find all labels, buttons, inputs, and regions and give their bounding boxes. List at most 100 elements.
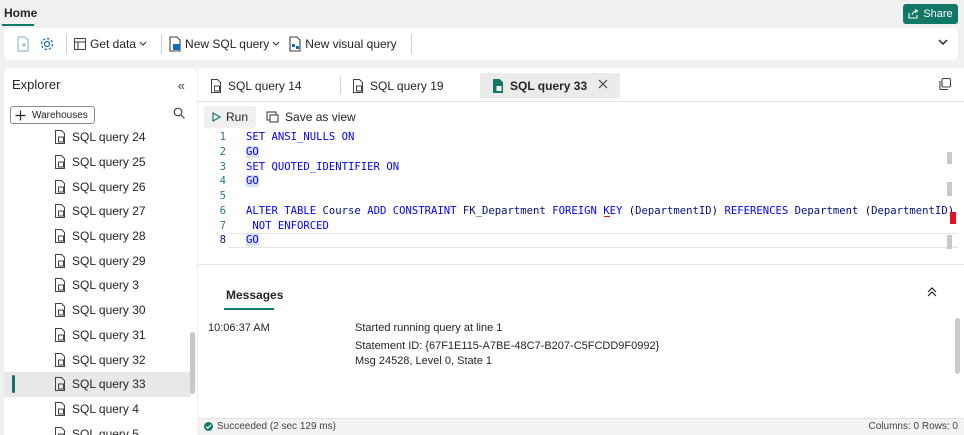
error-squiggle: [604, 214, 610, 217]
explorer-scrollbar[interactable]: [190, 332, 195, 394]
tab-label: SQL query 19: [370, 78, 444, 93]
code-identifier: FK_Department: [462, 204, 546, 217]
success-check-icon: [204, 422, 213, 431]
current-line-highlight: [228, 233, 958, 248]
code-identifier: Department: [794, 204, 859, 217]
tab-home[interactable]: Home: [4, 6, 37, 20]
new-sql-query-label: New SQL query: [185, 37, 270, 51]
close-tab-icon[interactable]: [598, 79, 608, 89]
error-overview-marker: [950, 212, 956, 224]
settings-gear-icon[interactable]: [36, 33, 58, 55]
tab-sql-query-33[interactable]: SQL query 33: [480, 73, 620, 98]
tab-label: SQL query 14: [228, 78, 302, 93]
sql-query-icon: [54, 426, 66, 435]
tab-sql-query-14[interactable]: SQL query 14: [198, 73, 338, 98]
tree-item-sql-query-30[interactable]: SQL query 30: [4, 298, 191, 323]
new-file-icon[interactable]: [12, 33, 34, 55]
message-text: Started running query at line 1: [355, 322, 503, 334]
collapse-results-icon[interactable]: [926, 286, 938, 298]
tree-item-sql-query-4[interactable]: SQL query 4: [4, 397, 191, 422]
ribbon-expand-chevron-icon[interactable]: [938, 38, 948, 46]
tree-item-sql-query-33[interactable]: SQL query 33: [4, 371, 191, 397]
sql-code-editor[interactable]: 1 SET ANSI_NULLS ON 2 GO 3 SET QUOTED_IDENT…: [198, 130, 958, 255]
code-text: GO: [246, 234, 259, 247]
tree-item-sql-query-24[interactable]: SQL query 24: [4, 125, 191, 150]
tab-sql-query-19[interactable]: SQL query 19: [340, 73, 478, 98]
sql-file-icon: [169, 36, 181, 52]
messages-scrollbar[interactable]: [955, 318, 960, 374]
visual-query-icon: [289, 36, 301, 52]
code-identifier: DepartmentID: [635, 204, 712, 217]
explorer-tree: SQL query 24 SQL query 25 SQL query 26 S…: [4, 125, 191, 435]
code-identifier: Course: [322, 204, 361, 217]
collapse-explorer-icon[interactable]: «: [178, 78, 185, 93]
tree-item-label: SQL query 3: [72, 278, 139, 293]
line-number: 7: [219, 219, 226, 232]
sql-query-icon: [54, 401, 66, 416]
code-identifier: DepartmentID: [871, 204, 948, 217]
tree-item-label: SQL query 25: [72, 155, 146, 170]
line-number: 4: [219, 175, 226, 188]
tree-item-label: SQL query 28: [72, 229, 146, 244]
code-punctuation: (: [858, 204, 872, 217]
code-keyword: ALTER TABLE: [246, 204, 323, 217]
tree-item-label: SQL query 26: [72, 179, 146, 194]
save-view-icon: [266, 111, 279, 123]
line-number: 5: [219, 190, 226, 203]
run-button[interactable]: Run: [204, 106, 257, 128]
tree-item-sql-query-31[interactable]: SQL query 31: [4, 323, 191, 348]
tree-item-label: SQL query 27: [72, 204, 146, 219]
tree-item-sql-query-28[interactable]: SQL query 28: [4, 224, 191, 249]
query-toolbar: Run Save as view: [204, 106, 356, 128]
query-tab-bar: SQL query 14 SQL query 19 SQL query 33: [198, 68, 964, 102]
status-text: Succeeded (2 sec 129 ms): [217, 421, 336, 432]
warehouses-button[interactable]: Warehouses: [10, 106, 95, 124]
tree-item-label: SQL query 24: [72, 130, 146, 145]
new-sql-query-button[interactable]: New SQL query: [168, 36, 280, 52]
share-label: Share: [923, 8, 953, 20]
code-keyword: ADD CONSTRAINT: [360, 204, 463, 217]
tab-label: SQL query 33: [510, 78, 588, 93]
save-as-view-button[interactable]: Save as view: [266, 110, 356, 124]
new-visual-query-button[interactable]: New visual query: [288, 36, 397, 52]
new-visual-query-label: New visual query: [305, 37, 397, 51]
tree-item-sql-query-25[interactable]: SQL query 25: [4, 150, 191, 175]
tree-item-sql-query-26[interactable]: SQL query 26: [4, 174, 191, 199]
tab-messages[interactable]: Messages: [226, 288, 283, 302]
code-scroll-marker: [947, 235, 952, 249]
run-label: Run: [226, 110, 249, 124]
line-number: 2: [219, 146, 226, 159]
tree-item-label: SQL query 33: [72, 377, 146, 392]
ribbon-divider: [161, 34, 163, 54]
search-icon[interactable]: [173, 107, 185, 119]
home-tab-indicator: [2, 24, 34, 26]
tree-item-label: SQL query 4: [72, 401, 139, 416]
chevron-down-icon: [139, 41, 147, 46]
messages-tab-indicator: [224, 308, 274, 310]
explorer-panel: Explorer « Warehouses SQL query 24 SQL q…: [4, 68, 197, 435]
ribbon-divider: [410, 34, 412, 54]
status-counts: Columns: 0 Rows: 0: [868, 421, 958, 432]
sql-query-icon: [211, 78, 221, 93]
sql-query-icon: [54, 204, 66, 219]
share-icon: [908, 9, 919, 19]
code-text: SET QUOTED_IDENTIFIER ON: [246, 160, 400, 173]
code-text: GO: [246, 146, 259, 159]
top-bar: Home Share: [0, 0, 964, 28]
sql-query-icon: [54, 377, 66, 392]
tree-item-sql-query-27[interactable]: SQL query 27: [4, 199, 191, 224]
tree-item-sql-query-29[interactable]: SQL query 29: [4, 248, 191, 273]
get-data-button[interactable]: Get data: [73, 37, 147, 51]
copy-icon[interactable]: [938, 77, 952, 91]
tree-item-sql-query-5[interactable]: SQL query 5: [4, 421, 191, 435]
code-text: SET ANSI_NULLS ON: [246, 131, 355, 144]
status-success: Succeeded (2 sec 129 ms): [204, 421, 336, 432]
ribbon-toolbar: Get data New SQL query New visual query: [4, 28, 958, 60]
message-text: Statement ID: {67F1E115-A7BE-48C7-B207-C…: [355, 340, 660, 352]
tree-item-sql-query-32[interactable]: SQL query 32: [4, 347, 191, 372]
editor-divider: [198, 264, 964, 265]
get-data-label: Get data: [90, 37, 137, 51]
share-button[interactable]: Share: [903, 4, 958, 24]
status-bar: Succeeded (2 sec 129 ms) Columns: 0 Rows…: [198, 418, 964, 435]
tree-item-sql-query-3[interactable]: SQL query 3: [4, 273, 191, 298]
